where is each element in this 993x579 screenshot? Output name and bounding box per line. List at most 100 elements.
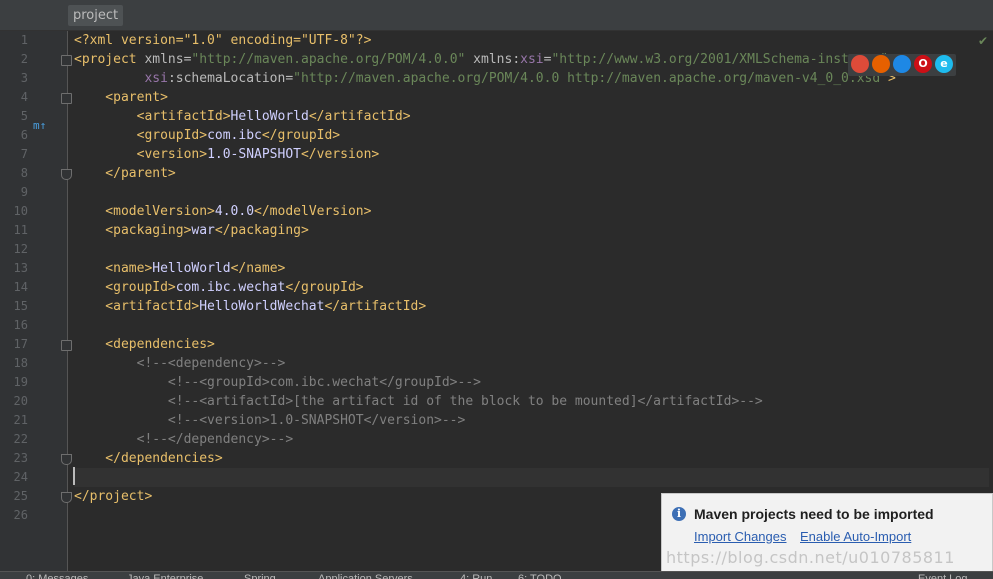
safari-icon[interactable] (893, 55, 911, 73)
fold-toggle-icon[interactable] (61, 93, 72, 104)
chrome-icon[interactable] (851, 55, 869, 73)
line-number: 1 (20, 33, 28, 47)
code-token: </name> (230, 261, 286, 276)
code-token: com.ibc.wechat (175, 280, 286, 295)
code-token: 1.0-SNAPSHOT (207, 147, 301, 162)
code-line[interactable]: <!--</dependency>--> (74, 430, 989, 449)
code-token: :schemaLocation= (167, 71, 294, 86)
code-token: </packaging> (214, 223, 309, 238)
line-number: 7 (20, 147, 28, 161)
code-line[interactable]: <!--<artifactId>[the artifact id of the … (74, 392, 989, 411)
maven-override-icon[interactable]: m↑ (33, 120, 47, 132)
code-line[interactable]: </parent> (74, 164, 989, 183)
line-number: 8 (20, 166, 28, 180)
code-token: <version> (74, 147, 208, 162)
fold-toggle-icon[interactable] (61, 454, 72, 465)
code-line[interactable]: </dependencies> (74, 449, 989, 468)
line-number: 18 (13, 356, 28, 370)
code-line[interactable] (74, 183, 989, 202)
line-number: 5 (20, 109, 28, 123)
watermark: https://blog.csdn.net/u010785811 (666, 548, 955, 567)
code-token: </parent> (74, 166, 176, 181)
code-token: </artifactId> (308, 109, 411, 124)
code-token: <groupId> (74, 280, 176, 295)
line-number: 23 (13, 451, 28, 465)
code-token: </groupId> (261, 128, 341, 143)
code-line[interactable]: <packaging>war</packaging> (74, 221, 989, 240)
browser-preview-toolbar: Oe (848, 54, 956, 76)
code-token: <!--</dependency>--> (74, 432, 294, 447)
code-token: <project (74, 52, 145, 67)
line-number: 12 (13, 242, 28, 256)
breadcrumb[interactable]: project (68, 5, 124, 26)
code-line[interactable]: <parent> (74, 88, 989, 107)
code-token: </dependencies> (74, 451, 223, 466)
line-number: 20 (13, 394, 28, 408)
code-token: "http://www.w3.org/2001/XMLSchema-instan… (551, 52, 889, 67)
code-token: </version> (300, 147, 380, 162)
code-token: xsi (520, 52, 544, 67)
fold-toggle-icon[interactable] (61, 169, 72, 180)
line-number: 14 (13, 280, 28, 294)
code-token: </artifactId> (324, 299, 427, 314)
code-token: <artifactId> (74, 109, 231, 124)
firefox-icon[interactable] (872, 55, 890, 73)
line-number: 19 (13, 375, 28, 389)
code-line[interactable] (74, 316, 989, 335)
enable-auto-import-link[interactable]: Enable Auto-Import (800, 529, 911, 544)
code-token: <artifactId> (74, 299, 200, 314)
breadcrumb-bar: project (0, 0, 993, 31)
code-token: "http://maven.apache.org/POM/4.0.0 http:… (293, 71, 888, 86)
code-token: <!--<artifactId>[the artifact id of the … (74, 394, 763, 409)
code-token: <parent> (74, 90, 168, 105)
line-number: 15 (13, 299, 28, 313)
line-number: 11 (13, 223, 28, 237)
notification-title: Maven projects need to be imported (694, 506, 934, 522)
fold-toggle-icon[interactable] (61, 492, 72, 503)
code-line[interactable] (74, 240, 989, 259)
code-token: xmlns: (465, 52, 521, 67)
code-line[interactable]: <dependencies> (74, 335, 989, 354)
code-line[interactable]: <groupId>com.ibc</groupId> (74, 126, 989, 145)
code-token: <groupId> (74, 128, 208, 143)
code-editor[interactable]: <?xml version="1.0" encoding="UTF-8"?> <p… (74, 31, 989, 525)
opera-icon[interactable]: O (914, 55, 932, 73)
code-line[interactable]: <?xml version="1.0" encoding="UTF-8"?> (74, 31, 989, 50)
code-token: <!--<version>1.0-SNAPSHOT</version>--> (74, 413, 466, 428)
line-number: 25 (13, 489, 28, 503)
fold-toggle-icon[interactable] (61, 55, 72, 66)
code-token: <modelVersion> (74, 204, 215, 219)
code-line[interactable]: <!--<version>1.0-SNAPSHOT</version>--> (74, 411, 989, 430)
line-number: 13 (13, 261, 28, 275)
line-number: 6 (20, 128, 28, 142)
fold-toggle-icon[interactable] (61, 340, 72, 351)
code-token: "http://maven.apache.org/POM/4.0.0" (191, 52, 466, 67)
code-token: HelloWorld (152, 261, 231, 276)
code-line[interactable]: <modelVersion>4.0.0</modelVersion> (74, 202, 989, 221)
line-number: 2 (20, 52, 28, 66)
code-token: 4.0.0 (214, 204, 255, 219)
text-cursor (73, 467, 75, 485)
code-token: HelloWorld (230, 109, 309, 124)
code-line[interactable]: <name>HelloWorld</name> (74, 259, 989, 278)
code-token: <dependencies> (74, 337, 215, 352)
code-token: <packaging> (74, 223, 192, 238)
code-token: xsi (144, 71, 168, 86)
code-line[interactable]: <version>1.0-SNAPSHOT</version> (74, 145, 989, 164)
info-icon: i (672, 507, 686, 521)
line-number: 24 (13, 470, 28, 484)
code-line[interactable]: <artifactId>HelloWorld</artifactId> (74, 107, 989, 126)
import-changes-link[interactable]: Import Changes (694, 529, 787, 544)
code-line[interactable]: <!--<groupId>com.ibc.wechat</groupId>--> (74, 373, 989, 392)
line-number: 17 (13, 337, 28, 351)
code-token: </modelVersion> (254, 204, 372, 219)
line-number: 22 (13, 432, 28, 446)
code-line[interactable]: <artifactId>HelloWorldWechat</artifactId… (74, 297, 989, 316)
code-line[interactable] (74, 468, 989, 487)
code-line[interactable]: <!--<dependency>--> (74, 354, 989, 373)
ie-icon[interactable]: e (935, 55, 953, 73)
line-number: 3 (20, 71, 28, 85)
line-number: 26 (13, 508, 28, 522)
code-line[interactable]: <groupId>com.ibc.wechat</groupId> (74, 278, 989, 297)
